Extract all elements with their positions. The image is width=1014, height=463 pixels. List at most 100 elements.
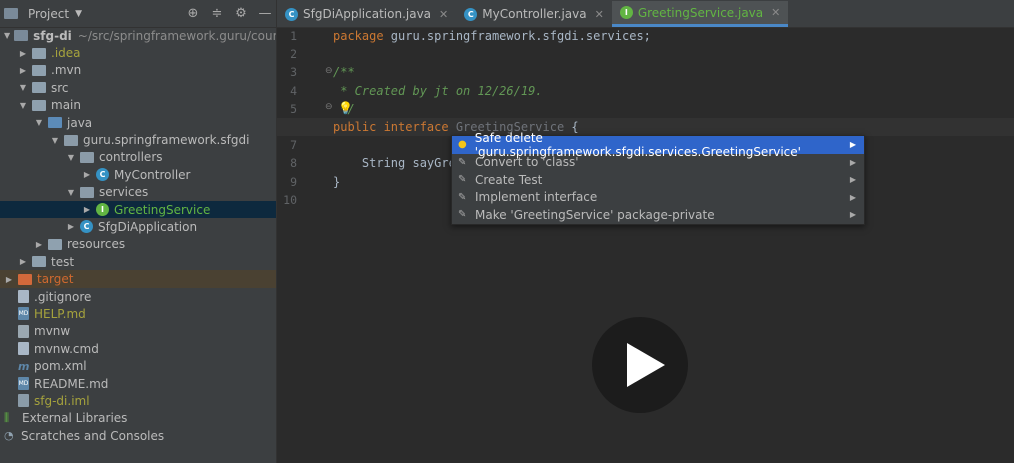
expand-arrow-icon[interactable]: ▼: [66, 153, 76, 162]
tree-item-label: idea: [54, 46, 81, 61]
menu-item-label: Make 'GreetingService' package-private: [475, 207, 715, 222]
project-view-selector[interactable]: Project: [28, 7, 69, 21]
tab-greetingservice[interactable]: I GreetingService.java ✕: [611, 1, 789, 27]
chevron-right-icon[interactable]: ▶: [850, 193, 856, 202]
intention-icon: ✎: [458, 191, 467, 203]
expand-arrow-icon[interactable]: ▶: [4, 275, 14, 284]
tree-item-greetingservice[interactable]: ▶ I GreetingService: [0, 200, 276, 219]
tree-item-scratches[interactable]: ◔ Scratches and Consoles: [0, 427, 276, 444]
menu-item-implement-interface[interactable]: ✎ Implement interface ▶: [452, 189, 864, 207]
menu-item-create-test[interactable]: ✎ Create Test ▶: [452, 171, 864, 189]
expand-arrow-icon[interactable]: ▶: [34, 240, 44, 249]
tab-label: MyController.java: [482, 7, 587, 21]
expand-arrow-icon[interactable]: ▶: [82, 170, 92, 179]
play-button[interactable]: [592, 317, 688, 413]
expand-arrow-icon[interactable]: ▼: [4, 31, 10, 40]
tab-sfgdiapplication[interactable]: C SfgDiApplication.java ✕: [277, 1, 456, 27]
root-path: ~/src/springframework.guru/courses/s: [77, 28, 308, 43]
expand-arrow-icon[interactable]: ▶: [18, 49, 28, 58]
tree-item-pom-xml[interactable]: ▶ m pom.xml: [0, 357, 276, 374]
line-number: 4: [290, 83, 297, 98]
menu-item-safe-delete[interactable]: ● Safe delete 'guru.springframework.sfgd…: [452, 131, 864, 159]
menu-item-convert-to-class[interactable]: ✎ Convert to 'class' ▶: [452, 154, 864, 172]
tree-item-main[interactable]: ▼ main: [0, 97, 276, 114]
project-folder-icon: [4, 8, 18, 19]
lightbulb-icon[interactable]: 💡: [338, 101, 353, 115]
expand-arrow-icon[interactable]: ▶: [66, 222, 76, 231]
expand-arrow-icon[interactable]: ▼: [18, 101, 28, 110]
tree-item-sfgdiapplication[interactable]: ▶ C SfgDiApplication: [0, 218, 276, 235]
chevron-right-icon[interactable]: ▶: [850, 210, 856, 219]
line-number: 10: [283, 192, 297, 207]
markdown-file-icon: MD: [18, 377, 29, 390]
tree-item-mycontroller[interactable]: ▶ C MyController: [0, 166, 276, 183]
expand-arrow-icon[interactable]: ▶: [18, 257, 28, 266]
tree-item-help-md[interactable]: ▶ MD HELP.md: [0, 305, 276, 322]
menu-item-package-private[interactable]: ✎ Make 'GreetingService' package-private…: [452, 206, 864, 224]
tree-item-root[interactable]: ▼ sfg-di ~/src/springframework.guru/cour…: [0, 27, 308, 44]
shell-file-icon: [18, 324, 29, 338]
tree-item-readme-md[interactable]: ▶ MD README.md: [0, 375, 276, 392]
line-number: 7: [290, 138, 297, 153]
tree-item-services[interactable]: ▼ services: [0, 184, 276, 201]
file-icon: [18, 290, 29, 304]
keyword: public interface: [333, 119, 449, 134]
line-number: 5: [290, 101, 297, 116]
tab-mycontroller[interactable]: C MyController.java ✕: [456, 1, 612, 27]
fold-icon[interactable]: ⊖: [325, 66, 333, 76]
close-icon[interactable]: ✕: [771, 6, 780, 19]
package-icon: [80, 186, 94, 198]
menu-item-label: Implement interface: [475, 190, 598, 205]
tree-item-label: services: [99, 185, 149, 200]
chevron-right-icon[interactable]: ▶: [850, 158, 856, 167]
expand-arrow-icon[interactable]: ▶: [82, 205, 92, 214]
tree-item-mvnw[interactable]: ▶ mvnw: [0, 323, 276, 340]
tree-item-mvnw-cmd[interactable]: ▶ mvnw.cmd: [0, 340, 276, 357]
close-icon[interactable]: ✕: [439, 8, 448, 21]
expand-arrow-icon[interactable]: ▶: [18, 66, 28, 75]
expand-arrow-icon[interactable]: ▼: [50, 136, 60, 145]
tree-item-target[interactable]: ▶ target: [0, 270, 276, 288]
tree-item-controllers[interactable]: ▼ controllers: [0, 149, 276, 166]
tree-item-external-libraries[interactable]: ⫼ External Libraries: [0, 410, 276, 427]
locate-icon[interactable]: ⊕: [186, 5, 200, 21]
tree-item-src[interactable]: ▼ src: [0, 79, 276, 96]
comment-line: /**: [333, 65, 355, 80]
chevron-right-icon[interactable]: ▶: [850, 175, 856, 184]
source-folder-icon: [48, 117, 62, 129]
spring-boot-class-icon: C: [285, 7, 298, 21]
collapse-all-icon[interactable]: ≑: [210, 5, 224, 21]
close-icon[interactable]: ✕: [595, 8, 604, 21]
tab-label: GreetingService.java: [637, 5, 764, 20]
project-tree: ▼ sfg-di ~/src/springframework.guru/cour…: [0, 27, 308, 444]
tree-item-gitignore[interactable]: ▶ .gitignore: [0, 288, 276, 305]
tree-item-mvn[interactable]: ▶ .mvn: [0, 62, 276, 79]
code-line: package guru.springframework.sfgdi.servi…: [333, 27, 1014, 45]
tree-item-package[interactable]: ▼ guru.springframework.sfgdi: [0, 131, 276, 148]
class-icon: C: [464, 7, 478, 21]
tree-item-resources[interactable]: ▶ resources: [0, 236, 276, 253]
folder-icon: [32, 64, 46, 76]
tab-label: SfgDiApplication.java: [303, 7, 432, 21]
folder-icon: [32, 256, 46, 268]
tree-item-label: .mvn: [51, 63, 82, 78]
panel-toolbar: ⊕ ≑ ⚙ —: [186, 5, 272, 21]
hide-icon[interactable]: —: [258, 5, 272, 21]
tree-item-label: Scratches and Consoles: [21, 428, 165, 443]
package-icon: [64, 134, 78, 146]
gear-icon[interactable]: ⚙: [234, 5, 248, 21]
expand-arrow-icon[interactable]: ▼: [34, 118, 44, 127]
tree-item-test[interactable]: ▶ test: [0, 253, 276, 270]
expand-arrow-icon[interactable]: ▼: [18, 83, 28, 92]
chevron-down-icon[interactable]: ▼: [75, 9, 82, 19]
project-panel-header: Project ▼ ⊕ ≑ ⚙ —: [0, 0, 276, 28]
chevron-right-icon[interactable]: ▶: [850, 140, 856, 149]
expand-arrow-icon[interactable]: ▼: [66, 188, 76, 197]
tree-item-idea[interactable]: ▶ . idea: [0, 44, 276, 61]
fold-icon[interactable]: ⊖: [325, 102, 333, 112]
tree-item-java[interactable]: ▼ java: [0, 114, 276, 131]
tree-item-label: test: [51, 254, 75, 269]
tree-item-label: controllers: [99, 150, 163, 165]
tree-item-iml[interactable]: ▶ sfg-di.iml: [0, 392, 276, 409]
